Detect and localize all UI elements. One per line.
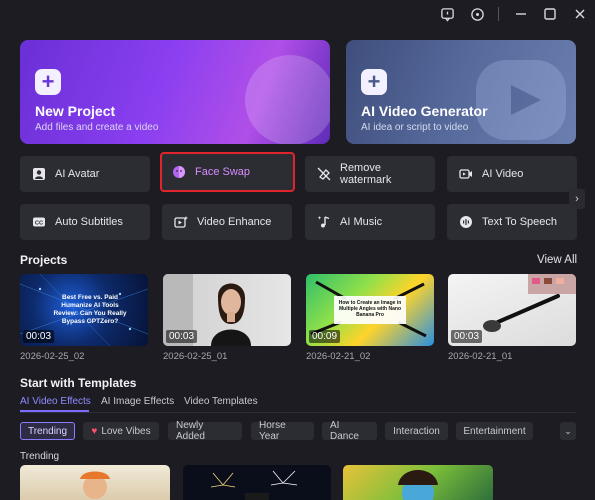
baby-image-icon <box>80 471 110 499</box>
tool-label: Remove watermark <box>340 162 392 186</box>
new-project-subtitle: Add files and create a video <box>35 122 159 133</box>
titlebar-divider <box>498 7 499 21</box>
duration-badge: 00:03 <box>166 330 198 343</box>
fireworks-image-icon <box>210 470 298 500</box>
heart-icon: ♥ <box>91 425 98 437</box>
project-name: 2026-02-25_02 <box>20 351 85 362</box>
view-all-link[interactable]: View All <box>537 254 577 266</box>
chip-label: Trending <box>27 425 68 437</box>
tool-auto-subtitles[interactable]: CC Auto Subtitles <box>20 204 150 240</box>
music-icon <box>317 215 331 229</box>
new-project-card[interactable]: + New Project Add files and create a vid… <box>20 40 330 144</box>
tab-ai-video-effects[interactable]: AI Video Effects <box>20 396 91 407</box>
ai-video-icon <box>459 167 473 181</box>
chip-ai-dance[interactable]: AI Dance <box>322 420 377 442</box>
chevron-down-icon[interactable]: ⌄ <box>560 422 576 440</box>
project-thumb-text: Best Free vs. Paid Humanize AI Tools Rev… <box>53 294 127 325</box>
svg-text:CC: CC <box>35 221 44 227</box>
tab-divider <box>20 412 576 413</box>
project-thumbnail-2[interactable]: 00:03 <box>163 274 291 346</box>
duration-badge: 00:03 <box>451 330 483 343</box>
tab-video-templates[interactable]: Video Templates <box>184 396 258 407</box>
avatar-icon <box>32 167 46 181</box>
duration-badge: 00:03 <box>23 330 55 343</box>
tool-label: Auto Subtitles <box>55 216 123 228</box>
ai-video-generator-subtitle: AI idea or script to video <box>361 122 469 133</box>
project-name: 2026-02-21_01 <box>448 351 513 362</box>
cc-icon: CC <box>32 215 46 229</box>
chip-label: Horse Year <box>259 420 286 442</box>
decorative-shape-icon <box>245 55 330 144</box>
maximize-icon[interactable] <box>541 5 559 23</box>
plus-icon: + <box>361 69 387 95</box>
project-thumbnail-1[interactable]: Best Free vs. Paid Humanize AI Tools Rev… <box>20 274 148 346</box>
video-enhance-icon <box>174 215 188 229</box>
eraser-icon <box>317 167 331 181</box>
tool-label: AI Video <box>482 168 524 180</box>
project-name: 2026-02-21_02 <box>306 351 371 362</box>
tool-label: AI Avatar <box>55 168 100 180</box>
fantasy-character-image-icon <box>398 470 438 500</box>
title-bar <box>0 0 595 28</box>
tool-label: Face Swap <box>195 166 251 178</box>
minimize-icon[interactable] <box>512 5 530 23</box>
chip-trending[interactable]: Trending <box>20 422 75 440</box>
message-icon[interactable] <box>438 5 456 23</box>
project-thumbnail-3[interactable]: How to Create an Image in Multiple Angle… <box>306 274 434 346</box>
template-thumbnail-2[interactable] <box>183 465 331 500</box>
template-thumbnail-3[interactable] <box>343 465 493 500</box>
trending-subsection-title: Trending <box>20 451 60 462</box>
active-tab-indicator <box>20 410 89 412</box>
chip-label: Entertainment <box>463 425 526 437</box>
project-thumbnail-4[interactable]: 00:03 <box>448 274 576 346</box>
tool-label: Video Enhance <box>197 216 272 228</box>
projects-title: Projects <box>20 253 68 267</box>
chip-horse-year[interactable]: Horse Year <box>251 420 314 442</box>
plus-icon: + <box>35 69 61 95</box>
play-shape-icon <box>476 60 566 140</box>
project-name: 2026-02-25_01 <box>163 351 228 362</box>
tool-label: Text To Speech <box>482 216 558 228</box>
tab-ai-image-effects[interactable]: AI Image Effects <box>101 396 174 407</box>
chip-label: AI Dance <box>330 420 359 442</box>
chevron-right-icon[interactable]: › <box>569 189 585 209</box>
target-icon[interactable] <box>468 5 486 23</box>
tool-ai-avatar[interactable]: AI Avatar <box>20 156 150 192</box>
tool-face-swap[interactable]: Face Swap <box>160 152 295 192</box>
chip-label: Interaction <box>393 425 440 437</box>
tool-ai-music[interactable]: AI Music <box>305 204 435 240</box>
close-icon[interactable] <box>571 5 589 23</box>
face-swap-icon <box>172 165 186 179</box>
chip-entertainment[interactable]: Entertainment <box>456 422 533 440</box>
ai-video-generator-card[interactable]: + AI Video Generator AI idea or script t… <box>346 40 576 144</box>
chip-label: Love Vibes <box>101 425 151 437</box>
chip-newly-added[interactable]: Newly Added <box>168 420 242 442</box>
template-thumbnail-1[interactable] <box>20 465 170 500</box>
chip-label: Newly Added <box>176 420 205 442</box>
tool-ai-video[interactable]: AI Video <box>447 156 577 192</box>
tool-remove-watermark[interactable]: Remove watermark <box>305 156 435 192</box>
chip-love-vibes[interactable]: ♥ Love Vibes <box>83 422 159 440</box>
ai-video-generator-title: AI Video Generator <box>361 103 488 119</box>
speech-icon <box>459 215 473 229</box>
new-project-title: New Project <box>35 103 116 119</box>
project-thumb-text: How to Create an Image in Multiple Angle… <box>338 300 402 318</box>
duration-badge: 00:09 <box>309 330 341 343</box>
tool-text-to-speech[interactable]: Text To Speech <box>447 204 577 240</box>
tool-video-enhance[interactable]: Video Enhance <box>162 204 292 240</box>
chip-interaction[interactable]: Interaction <box>385 422 448 440</box>
tool-label: AI Music <box>340 216 383 228</box>
templates-title: Start with Templates <box>20 376 137 390</box>
